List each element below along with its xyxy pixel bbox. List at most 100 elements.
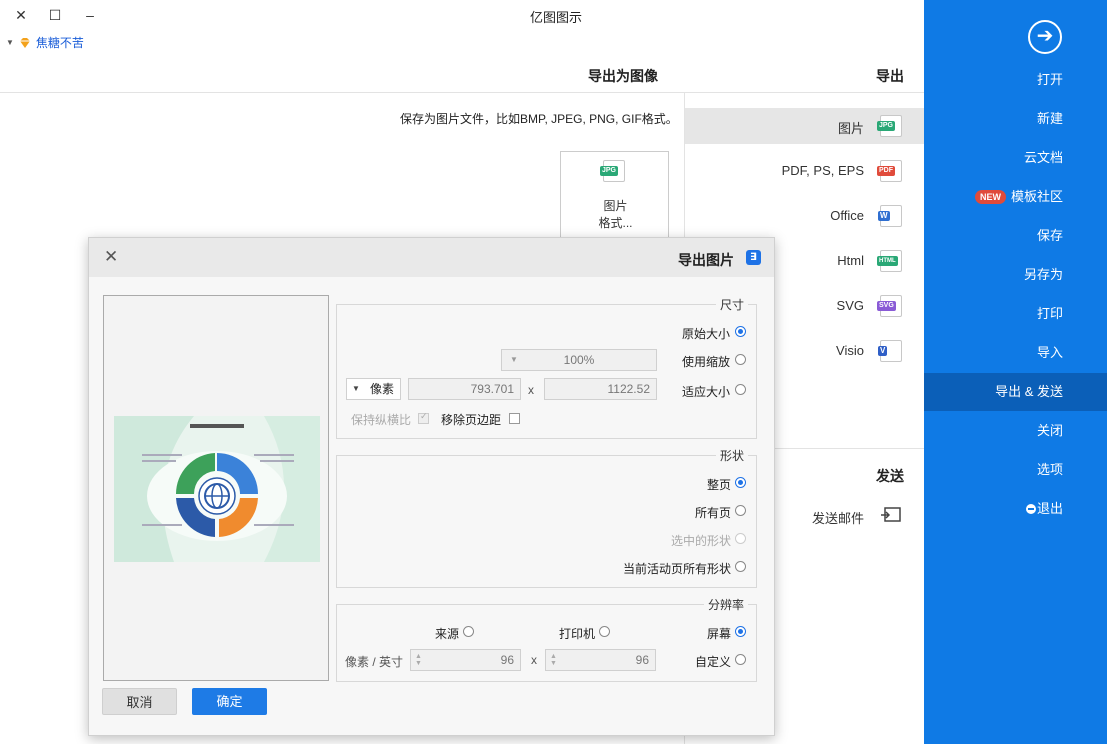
app-title: 亿图图示 bbox=[530, 10, 583, 25]
title-bar: ✕ ☐ – 亿图图示 bbox=[0, 0, 924, 30]
sidebar-item-exit[interactable]: 退出 bbox=[924, 490, 1107, 528]
radio-original-size[interactable] bbox=[735, 326, 746, 337]
radio-custom[interactable] bbox=[735, 654, 746, 665]
chevron-down-icon: ▼ bbox=[6, 38, 14, 47]
content-title: 导出为图像 bbox=[588, 68, 658, 84]
export-item-label: PDF, PS, EPS bbox=[781, 163, 864, 178]
times-sign: x bbox=[531, 653, 537, 667]
label-original-size: 原始大小 bbox=[682, 327, 731, 341]
user-name: 焦糖不苦 bbox=[35, 36, 84, 50]
minimize-window-button[interactable]: – bbox=[80, 6, 100, 24]
keep-ratio-checkbox[interactable]: ✓ bbox=[418, 411, 429, 424]
label-current-page-shapes: 当前活动页所有形状 bbox=[623, 562, 732, 576]
jpg-file-icon: JPG bbox=[877, 115, 902, 137]
app-logo-icon: ∃ bbox=[746, 250, 761, 265]
radio-use-zoom[interactable] bbox=[735, 354, 746, 365]
card-label: 图片 格式... bbox=[598, 199, 633, 230]
svg-file-icon: SVG bbox=[877, 295, 902, 317]
dialog-close-button[interactable]: ✕ bbox=[104, 247, 118, 267]
export-item-label: SVG bbox=[836, 298, 864, 313]
export-item-label: 图片 bbox=[837, 121, 864, 136]
label-printer: 打印机 bbox=[559, 627, 596, 641]
label-keep-ratio: 保持纵横比 bbox=[351, 413, 412, 427]
export-item-label: Visio bbox=[836, 343, 864, 358]
label-selected-shapes: 选中的形状 bbox=[671, 534, 732, 548]
remove-margin-checkbox[interactable] bbox=[509, 413, 520, 424]
label-screen: 屏幕 bbox=[707, 627, 732, 641]
sidebar-item-save[interactable]: 保存 bbox=[924, 217, 1107, 255]
label-custom: 自定义 bbox=[695, 655, 732, 669]
sidebar-item-export-send[interactable]: 导出 & 发送 bbox=[924, 373, 1107, 411]
image-format-card[interactable]: JPG 图片 格式... bbox=[560, 151, 669, 241]
export-item-label: Html bbox=[837, 253, 864, 268]
label-remove-margin: 移除页边距 bbox=[441, 413, 502, 427]
radio-source[interactable] bbox=[463, 626, 474, 637]
cancel-button[interactable]: 取消 bbox=[102, 688, 177, 715]
ok-button[interactable]: 确定 bbox=[192, 688, 267, 715]
dialog-header: ✕ 导出图片 ∃ bbox=[89, 238, 774, 277]
send-section-title: 发送 bbox=[876, 468, 904, 484]
radio-all-pages[interactable] bbox=[735, 505, 746, 516]
spinner-icon[interactable]: ▲ ▼ bbox=[415, 653, 422, 667]
vip-gem-icon bbox=[19, 37, 30, 48]
radio-printer[interactable] bbox=[599, 626, 610, 637]
sidebar-item-import[interactable]: 导入 bbox=[924, 334, 1107, 372]
spinner-icon[interactable]: ▲ ▼ bbox=[550, 653, 557, 667]
sidebar-item-print[interactable]: 打印 bbox=[924, 295, 1107, 333]
header-divider bbox=[0, 92, 924, 93]
export-item-pdf[interactable]: PDF, PS, EPS PDF bbox=[685, 153, 924, 189]
dpi-y-input[interactable]: 96 ▲ ▼ bbox=[410, 649, 521, 671]
radio-whole-page[interactable] bbox=[735, 477, 746, 488]
word-file-icon: W bbox=[878, 205, 902, 227]
sidebar-item-save-as[interactable]: 另存为 bbox=[924, 256, 1107, 294]
dpi-unit-label: 像素 / 英寸 bbox=[345, 655, 404, 669]
export-preview bbox=[103, 295, 329, 681]
radio-selected-shapes[interactable] bbox=[735, 533, 746, 544]
height-input[interactable]: 793.701 bbox=[408, 378, 521, 400]
export-item-label: Office bbox=[830, 208, 864, 223]
width-input[interactable]: 1122.52 bbox=[544, 378, 657, 400]
times-sign: x bbox=[528, 383, 534, 397]
label-all-pages: 所有页 bbox=[695, 506, 732, 520]
close-window-button[interactable]: ✕ bbox=[11, 6, 31, 24]
radio-current-page-shapes[interactable] bbox=[735, 561, 746, 572]
unit-select[interactable]: 像素 ▼ bbox=[346, 378, 401, 400]
exit-icon bbox=[1026, 504, 1036, 514]
label-source: 来源 bbox=[435, 627, 460, 641]
back-arrow-icon[interactable]: ➔ bbox=[1028, 20, 1062, 54]
export-item-office[interactable]: Office W bbox=[685, 198, 924, 234]
resolution-group-label: 分辨率 bbox=[704, 596, 749, 613]
label-fit-size: 适应大小 bbox=[682, 385, 731, 399]
email-icon bbox=[881, 507, 901, 522]
maximize-window-button[interactable]: ☐ bbox=[45, 6, 65, 24]
dialog-title: 导出图片 bbox=[678, 252, 734, 268]
jpg-file-icon: JPG bbox=[600, 160, 625, 182]
radio-screen[interactable] bbox=[735, 626, 746, 637]
sidebar-item-new[interactable]: 新建 bbox=[924, 100, 1107, 138]
chevron-down-icon: ▼ bbox=[352, 384, 360, 393]
visio-file-icon: V bbox=[878, 340, 902, 362]
sidebar-item-cloud[interactable]: 云文档 bbox=[924, 139, 1107, 177]
user-menu[interactable]: ▼ 焦糖不苦 bbox=[6, 34, 84, 51]
new-badge: NEW bbox=[975, 190, 1006, 204]
sidebar-item-templates[interactable]: 模板社区 NEW bbox=[924, 178, 1107, 216]
export-item-image[interactable]: 图片 JPG bbox=[685, 108, 924, 144]
sidebar-item-options[interactable]: 选项 bbox=[924, 451, 1107, 489]
zoom-select[interactable]: 100% ▼ bbox=[501, 349, 657, 371]
radio-fit-size[interactable] bbox=[735, 384, 746, 395]
label-use-zoom: 使用缩放 bbox=[682, 355, 731, 369]
export-description: 保存为图片文件，比如BMP, JPEG, PNG, GIF格式。 bbox=[400, 112, 678, 126]
chevron-down-icon: ▼ bbox=[510, 355, 518, 364]
sidebar-item-open[interactable]: 打开 bbox=[924, 61, 1107, 99]
shape-group-label: 形状 bbox=[716, 447, 749, 464]
label-whole-page: 整页 bbox=[707, 478, 732, 492]
diagram-thumbnail bbox=[114, 416, 320, 562]
pdf-file-icon: PDF bbox=[877, 160, 902, 182]
html-file-icon: HTML bbox=[877, 250, 902, 272]
size-group-label: 尺寸 bbox=[716, 296, 749, 313]
export-section-title: 导出 bbox=[876, 68, 904, 84]
dpi-x-input[interactable]: 96 ▲ ▼ bbox=[545, 649, 656, 671]
export-image-dialog: ✕ 导出图片 ∃ 尺寸 原始大小 使用缩放 100% ▼ 适应大小 1122.5… bbox=[88, 237, 775, 736]
send-email-label: 发送邮件 bbox=[811, 511, 864, 526]
sidebar-item-close[interactable]: 关闭 bbox=[924, 412, 1107, 450]
